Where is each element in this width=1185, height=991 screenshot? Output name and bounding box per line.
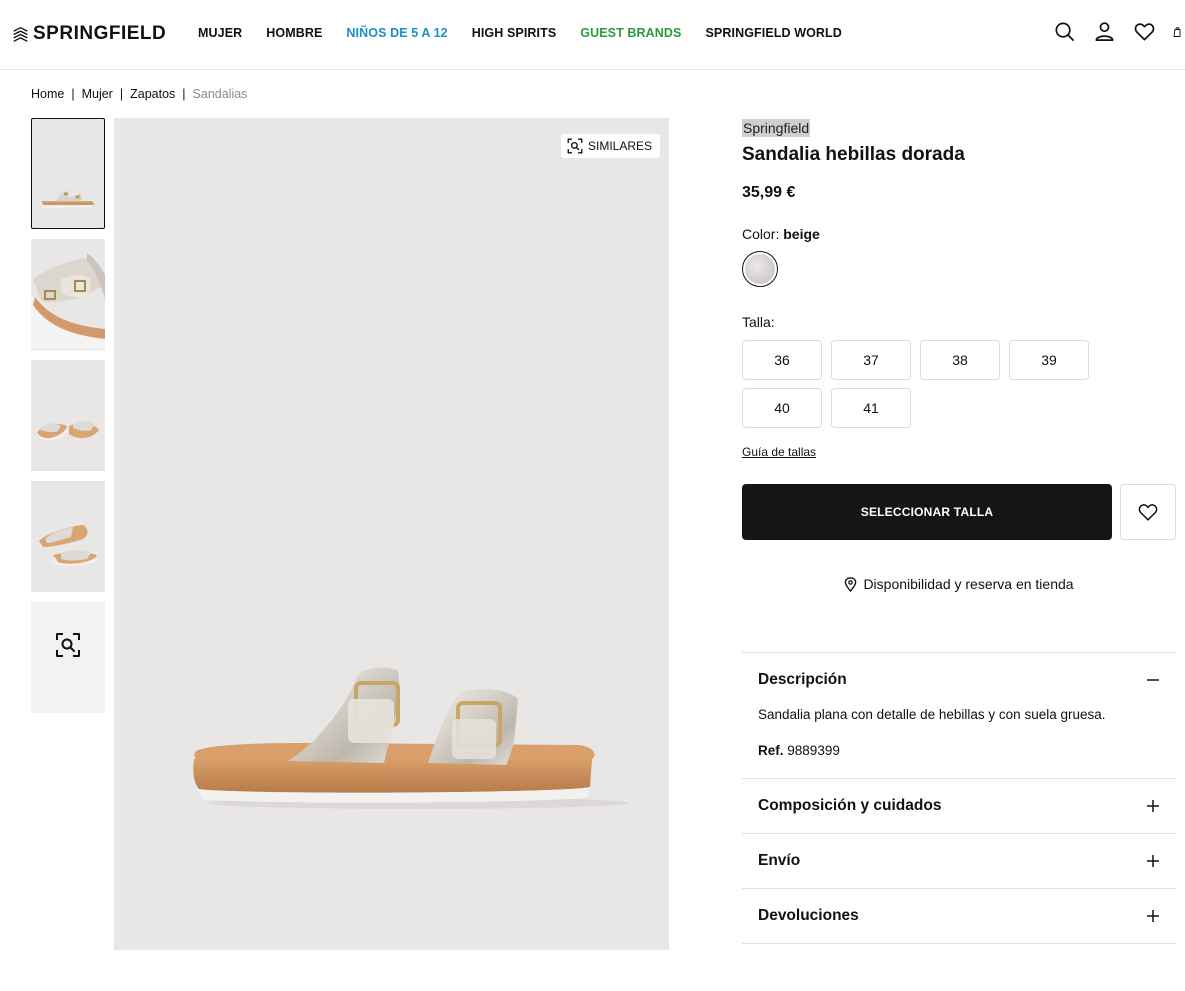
accordion-composition-header[interactable]: Composición y cuidados (742, 779, 1176, 833)
accordion-shipping-header[interactable]: Envío (742, 834, 1176, 888)
breadcrumb-current: Sandalias (192, 87, 248, 101)
breadcrumb-zapatos[interactable]: Zapatos (130, 87, 175, 101)
sandal-side-image (41, 190, 95, 209)
accordion-description: Descripción Sandalia plana con detalle d… (742, 652, 1176, 778)
thumbnail-gallery (31, 118, 106, 723)
location-pin-icon (845, 576, 857, 592)
size-option-36[interactable]: 36 (742, 340, 822, 380)
visual-search-icon (567, 138, 583, 154)
size-label: Talla: (742, 314, 775, 330)
minus-icon (1147, 679, 1159, 681)
accordion-shipping-title: Envío (758, 852, 801, 869)
nav-high-spirits[interactable]: HIGH SPIRITS (472, 26, 557, 40)
thumbnail-1[interactable] (31, 118, 105, 229)
accordion-description-title: Descripción (758, 671, 847, 688)
accordion-composition[interactable]: Composición y cuidados (742, 778, 1176, 833)
select-size-button[interactable]: SELECCIONAR TALLA (742, 484, 1112, 540)
plus-icon (1147, 855, 1159, 867)
size-option-38[interactable]: 38 (920, 340, 1000, 380)
breadcrumb: Home | Mujer | Zapatos | Sandalias (31, 87, 247, 101)
reference-value: 9889399 (787, 743, 840, 758)
nav-mujer[interactable]: MUJER (198, 26, 242, 40)
store-availability-label: Disponibilidad y reserva en tienda (863, 576, 1074, 592)
accordion-returns-title: Devoluciones (758, 907, 859, 924)
accordion-description-body: Sandalia plana con detalle de hebillas y… (742, 707, 1176, 778)
logo-icon (13, 26, 28, 42)
color-selector-label: Color: beige (742, 226, 820, 242)
logo-text: SPRINGFIELD (33, 23, 167, 44)
size-guide-link[interactable]: Guía de tallas (742, 445, 816, 459)
nav-springfield-world[interactable]: SPRINGFIELD WORLD (706, 26, 842, 40)
size-option-41[interactable]: 41 (831, 388, 911, 428)
nav-ninos[interactable]: NIÑOS DE 5 A 12 (346, 26, 447, 40)
product-price: 35,99 € (742, 184, 796, 201)
product-accordion: Descripción Sandalia plana con detalle d… (742, 652, 1176, 944)
nav-hombre[interactable]: HOMBRE (266, 26, 322, 40)
site-header: SPRINGFIELD MUJER HOMBRE NIÑOS DE 5 A 12… (0, 0, 1185, 70)
heart-icon (1138, 504, 1158, 521)
accordion-shipping[interactable]: Envío (742, 833, 1176, 888)
bag-icon[interactable] (1173, 20, 1185, 43)
search-icon[interactable] (1053, 20, 1076, 43)
plus-icon (1147, 910, 1159, 922)
store-availability-link[interactable]: Disponibilidad y reserva en tienda (742, 576, 1176, 592)
sandal-top-image (39, 525, 98, 567)
color-value: beige (783, 226, 820, 242)
sandal-pair-image (37, 421, 99, 441)
accordion-returns-header[interactable]: Devoluciones (742, 889, 1176, 943)
add-to-wishlist-button[interactable] (1120, 484, 1176, 540)
thumbnail-4[interactable] (31, 481, 105, 592)
main-nav: MUJER HOMBRE NIÑOS DE 5 A 12 HIGH SPIRIT… (198, 26, 866, 40)
size-selector: 36 37 38 39 40 41 (742, 340, 1176, 428)
plus-icon (1147, 800, 1159, 812)
size-option-40[interactable]: 40 (742, 388, 822, 428)
description-text: Sandalia plana con detalle de hebillas y… (758, 707, 1106, 722)
product-brand: Springfield (742, 119, 811, 137)
breadcrumb-separator: | (71, 87, 75, 101)
product-main-image[interactable]: SIMILARES (114, 118, 669, 950)
breadcrumb-home[interactable]: Home (31, 87, 64, 101)
heart-icon[interactable] (1133, 20, 1156, 43)
visual-search-icon (56, 633, 80, 657)
accordion-returns[interactable]: Devoluciones (742, 888, 1176, 944)
nav-guest-brands[interactable]: GUEST BRANDS (580, 26, 681, 40)
accordion-description-header[interactable]: Descripción (742, 653, 1176, 707)
thumbnail-3[interactable] (31, 360, 105, 471)
color-label: Color: (742, 226, 780, 242)
size-option-39[interactable]: 39 (1009, 340, 1089, 380)
thumbnail-similar[interactable] (31, 602, 105, 713)
product-title: Sandalia hebillas dorada (742, 144, 965, 165)
size-option-37[interactable]: 37 (831, 340, 911, 380)
color-swatch-beige[interactable] (742, 251, 778, 287)
accordion-composition-title: Composición y cuidados (758, 797, 942, 814)
similares-label: SIMILARES (588, 139, 653, 153)
sandal-closeup-image (31, 253, 105, 349)
breadcrumb-mujer[interactable]: Mujer (82, 87, 113, 101)
sandal-product-photo (193, 667, 628, 809)
user-icon[interactable] (1093, 20, 1116, 43)
breadcrumb-separator: | (119, 87, 124, 101)
color-swatch-fill (745, 254, 775, 284)
logo[interactable]: SPRINGFIELD (12, 22, 166, 46)
product-reference: Ref. 9889399 (758, 743, 1160, 758)
reference-label: Ref. (758, 743, 784, 758)
similares-button[interactable]: SIMILARES (561, 134, 661, 158)
breadcrumb-separator: | (182, 87, 186, 101)
thumbnail-2[interactable] (31, 239, 105, 350)
header-icons (1053, 20, 1185, 43)
